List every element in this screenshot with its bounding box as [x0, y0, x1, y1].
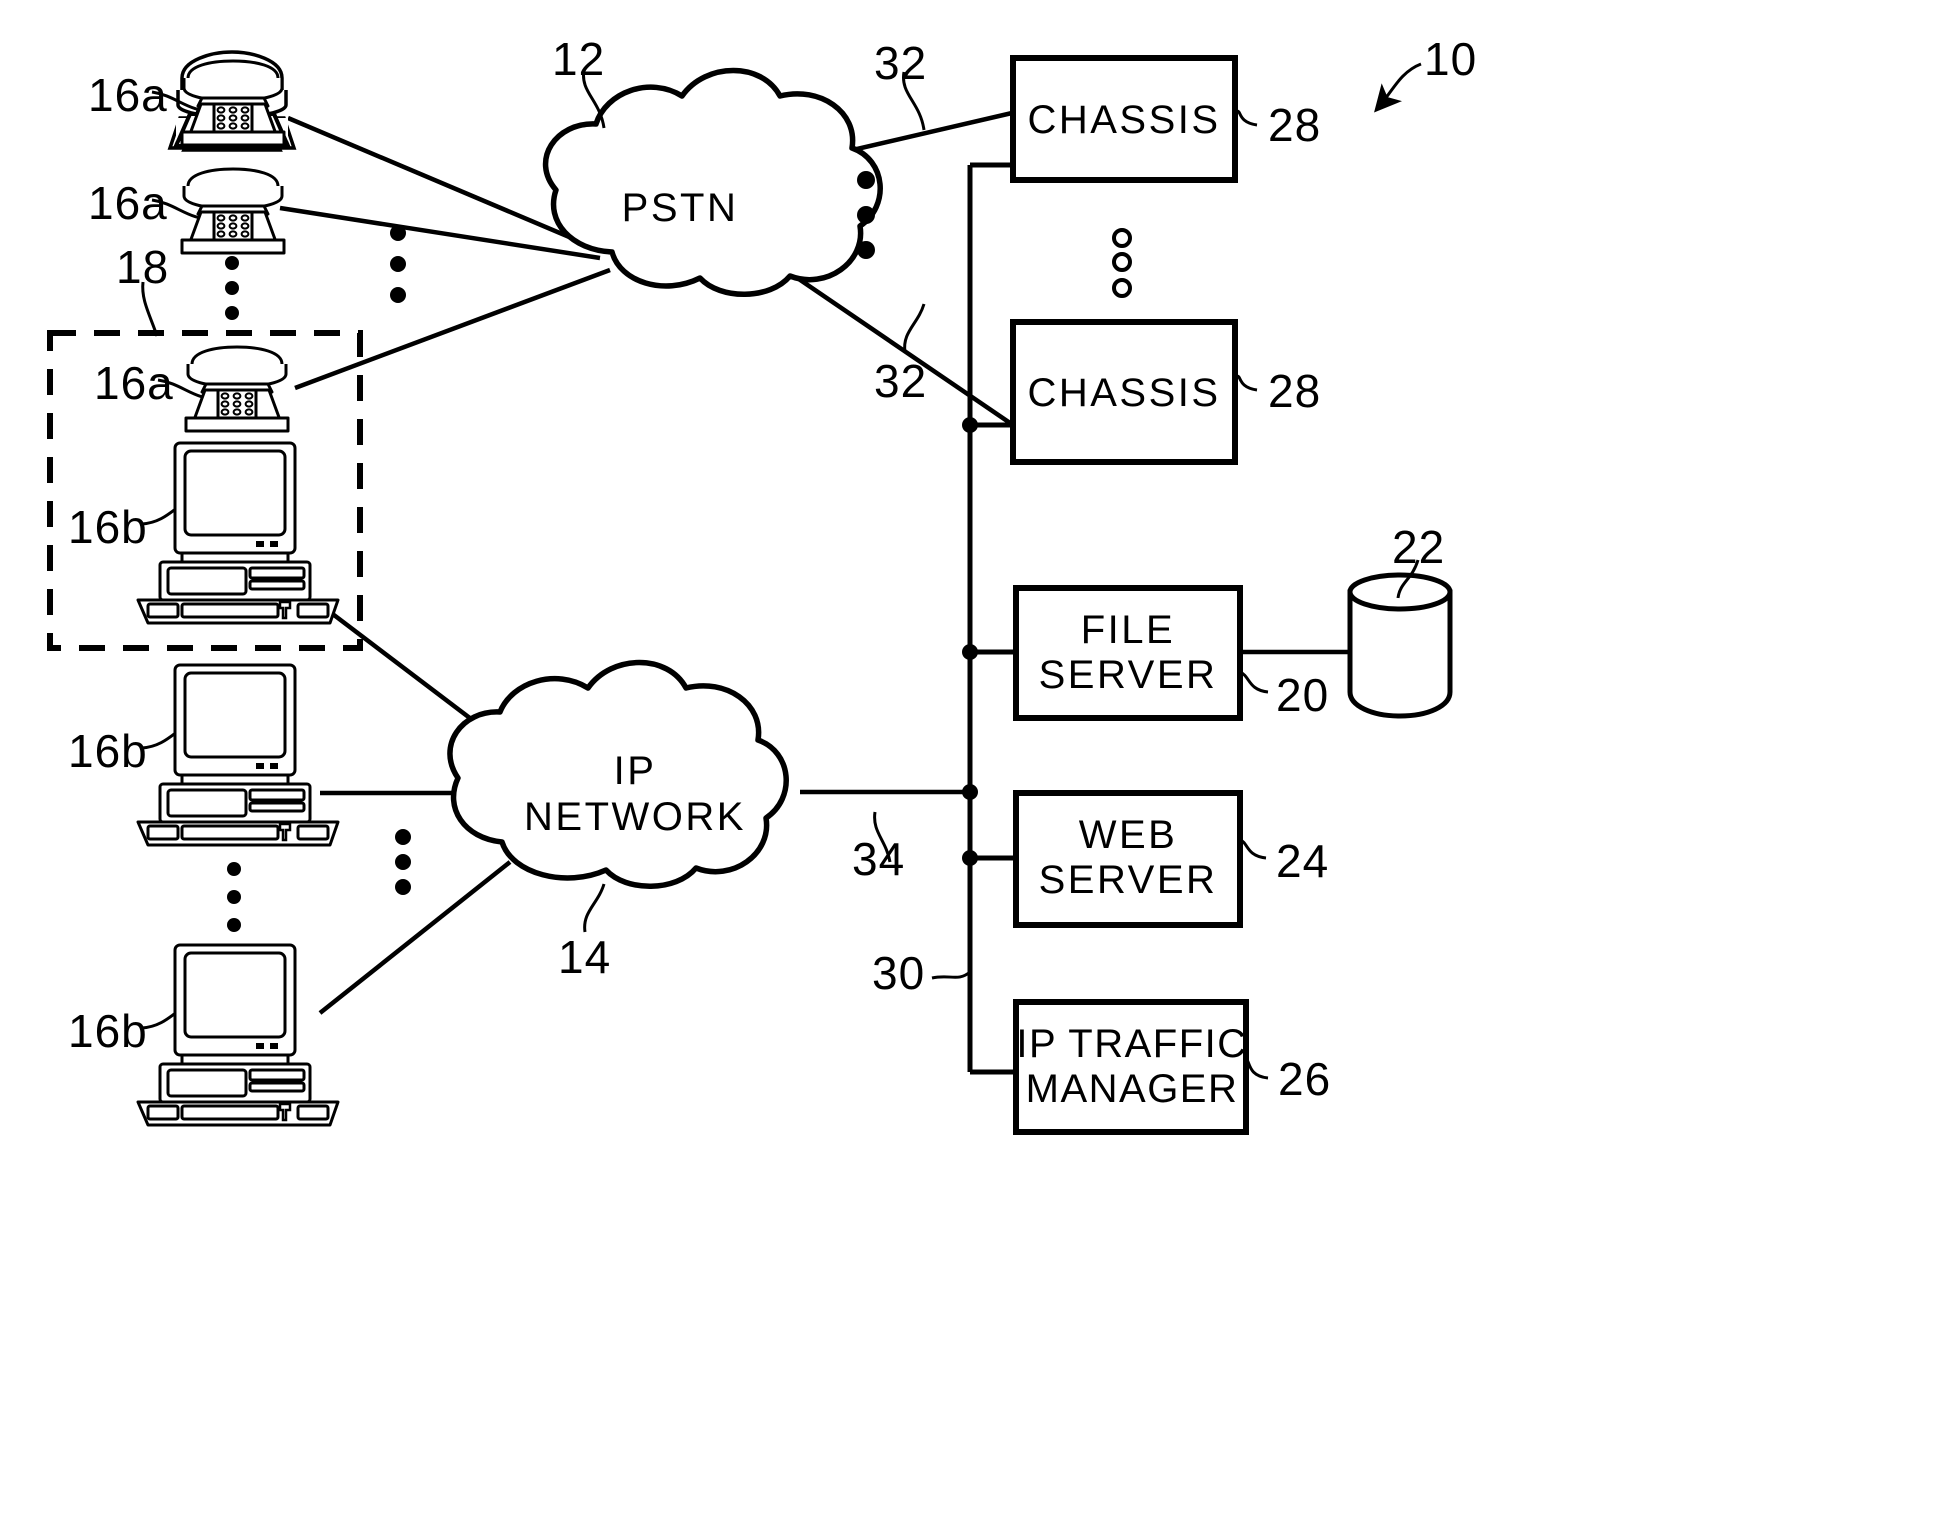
- leader-14: [583, 883, 606, 933]
- computer-icon: [136, 441, 340, 625]
- line-computer3-ipnetwork: [318, 860, 512, 1015]
- telephone-1: [168, 58, 298, 148]
- dot: [1112, 278, 1132, 298]
- telephone-2: [168, 166, 298, 256]
- junction-dot-chassis: [962, 417, 978, 433]
- dot: [225, 306, 239, 320]
- ip-network-label: IP NETWORK: [524, 749, 746, 839]
- line-phone3-pstn: [294, 267, 611, 391]
- dot: [857, 241, 875, 259]
- ref-16a-3: 16a: [94, 357, 174, 409]
- dot: [227, 890, 241, 904]
- leader-28-top: [1235, 109, 1258, 127]
- telephone-icon: [180, 59, 286, 147]
- dot: [395, 829, 411, 845]
- dot: [390, 287, 406, 303]
- computer-workstation-3: [130, 942, 345, 1127]
- pstn-label: PSTN: [621, 186, 739, 230]
- dot: [395, 879, 411, 895]
- ref-18: 18: [116, 241, 170, 293]
- leader-10: [1374, 62, 1422, 113]
- chassis-top-label: CHASSIS: [1027, 98, 1221, 142]
- computer-icon: [136, 943, 340, 1127]
- ref-16b-1: 16b: [68, 501, 148, 553]
- ref-22: 22: [1392, 521, 1446, 573]
- junction-dot-ipnetwork: [962, 784, 978, 800]
- web-server-label: WEB SERVER: [1038, 813, 1218, 902]
- ref-10: 10: [1424, 33, 1478, 85]
- ref-32-top: 32: [874, 37, 928, 89]
- ref-16a-1: 16a: [88, 69, 168, 121]
- ref-16a-2: 16a: [88, 177, 168, 229]
- ref-16b-3: 16b: [68, 1005, 148, 1057]
- junction-dot-web-server: [962, 850, 978, 866]
- computer-workstation-2: [130, 662, 345, 847]
- ref-14: 14: [558, 931, 612, 983]
- ref-26: 26: [1278, 1053, 1332, 1105]
- telephone-icon: [184, 345, 290, 433]
- leader-32-bottom: [903, 303, 926, 353]
- junction-dot-file-server: [962, 644, 978, 660]
- dot: [225, 281, 239, 295]
- ref-34: 34: [852, 833, 906, 885]
- database-cylinder-shape: [1347, 572, 1453, 719]
- dot: [1112, 252, 1132, 272]
- file-server-label: FILE SERVER: [1038, 608, 1218, 697]
- ref-20: 20: [1276, 669, 1330, 721]
- dot: [390, 256, 406, 272]
- line-phone2-pstn: [279, 205, 601, 261]
- ref-28-top: 28: [1268, 99, 1322, 151]
- dot: [857, 206, 875, 224]
- dot: [225, 256, 239, 270]
- leader-20: [1239, 670, 1269, 694]
- dot: [227, 862, 241, 876]
- ref-16b-2: 16b: [68, 725, 148, 777]
- ref-30: 30: [872, 947, 926, 999]
- ref-24: 24: [1276, 835, 1330, 887]
- ip-traffic-manager-label: IP TRAFFIC MANAGER: [1016, 1022, 1248, 1111]
- patent-figure: PSTN IP NETWORK CHASSIS CHASSIS FILE SER…: [0, 0, 1933, 1540]
- ref-32-bottom: 32: [874, 355, 928, 407]
- dot: [390, 225, 406, 241]
- dot: [227, 918, 241, 932]
- chassis-bottom-label: CHASSIS: [1027, 371, 1221, 415]
- ref-12: 12: [552, 33, 606, 85]
- computer-icon: [136, 663, 340, 847]
- ref-28-bottom: 28: [1268, 365, 1322, 417]
- internal-bus-30: [967, 162, 1013, 1075]
- leader-30: [931, 970, 971, 980]
- leader-24: [1239, 838, 1267, 860]
- telephone-icon: [180, 167, 286, 255]
- dot: [857, 171, 875, 189]
- dot: [1112, 228, 1132, 248]
- dot: [395, 854, 411, 870]
- computer-workstation-1: [130, 440, 345, 625]
- telephone-3: [172, 344, 302, 434]
- leader-28-bottom: [1235, 374, 1258, 392]
